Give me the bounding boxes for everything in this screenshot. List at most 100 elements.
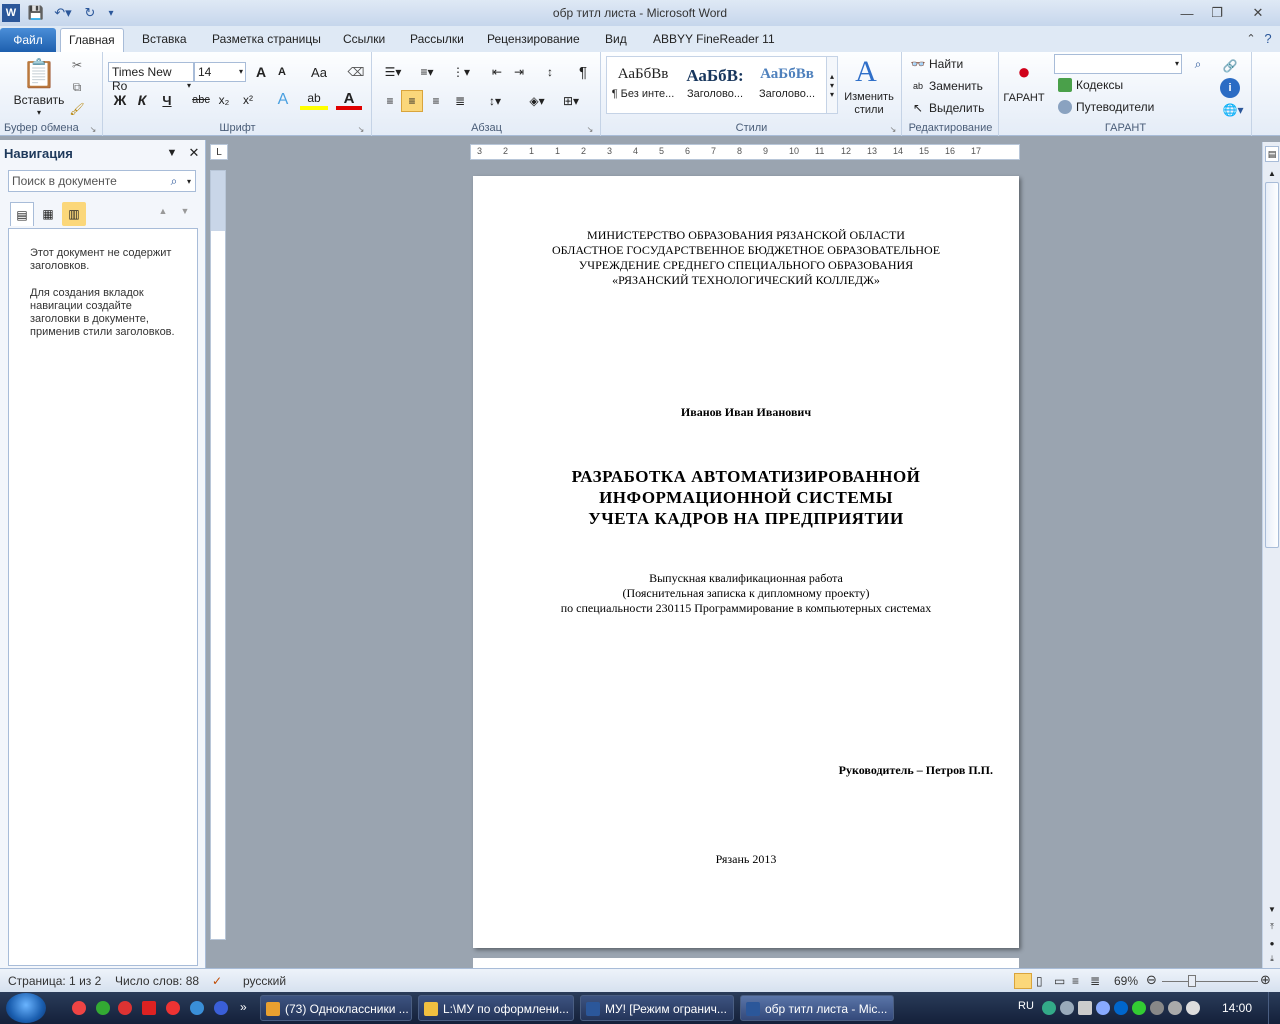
paste-dropdown-icon[interactable]: ▾ (34, 108, 44, 117)
minimize-button[interactable]: — (1174, 4, 1200, 22)
styles-launcher-icon[interactable]: ↘ (888, 124, 898, 134)
text-effects-icon[interactable]: A (270, 90, 296, 110)
format-painter-icon[interactable]: 🖌 (68, 100, 86, 118)
borders-icon[interactable]: ⊞▾ (557, 90, 585, 112)
style-heading-1[interactable]: АаБбВ: Заголово... (680, 60, 750, 114)
align-right-icon[interactable]: ≡ (425, 90, 447, 112)
styles-scroll-icon[interactable]: ▴ ▾ ▾ (826, 56, 838, 114)
network-icon[interactable] (1168, 1001, 1182, 1015)
change-styles-button[interactable]: Изменить стили (838, 90, 900, 118)
multilevel-list-icon[interactable]: ⋮▾ (447, 62, 475, 82)
clock[interactable]: 14:00 (1222, 1001, 1252, 1015)
opera-icon[interactable] (118, 1001, 132, 1015)
tray-icon-7[interactable] (1150, 1001, 1164, 1015)
replace-button[interactable]: Заменить (929, 78, 993, 94)
zoom-slider-track[interactable] (1162, 981, 1258, 982)
clear-formatting-icon[interactable]: ⌫ (346, 62, 366, 82)
guides-button[interactable]: Путеводители (1076, 99, 1186, 115)
zoom-level[interactable]: 69% (1114, 974, 1138, 988)
tab-references[interactable]: Ссылки (335, 31, 393, 52)
chrome-icon[interactable] (72, 1001, 86, 1015)
web-layout-icon[interactable]: ▭ (1054, 974, 1065, 988)
horizontal-ruler[interactable]: 3 2 1 1 2 3 4 5 6 7 8 9 10 11 12 13 14 15 16 17 (470, 144, 1020, 160)
previous-page-icon[interactable]: ⤒ (1265, 920, 1279, 934)
italic-button[interactable]: К (132, 90, 152, 110)
garant-search-combo[interactable]: ▾ (1054, 54, 1182, 74)
strikethrough-button[interactable]: abc (190, 90, 212, 110)
change-styles-icon[interactable]: A (846, 55, 886, 88)
zoom-out-icon[interactable]: ⊖ (1146, 972, 1157, 988)
find-button[interactable]: Найти (929, 56, 989, 72)
tab-file[interactable]: Файл (0, 28, 56, 52)
show-desktop-button[interactable] (1268, 992, 1280, 1024)
font-color-icon[interactable]: A (336, 90, 362, 110)
task-explorer[interactable]: L:\МУ по оформлени... (418, 995, 574, 1021)
view-ruler-icon[interactable]: ▤ (1265, 146, 1279, 162)
grow-font-button[interactable]: A (252, 62, 270, 82)
globe-icon[interactable]: 🌐▾ (1220, 100, 1246, 120)
select-button[interactable]: Выделить (929, 100, 993, 116)
line-spacing-icon[interactable]: ↕▾ (481, 90, 509, 112)
link-icon[interactable]: 🔗 (1220, 56, 1240, 76)
superscript-button[interactable]: x² (238, 90, 258, 110)
headings-tab-icon[interactable]: ▤ (10, 202, 34, 226)
font-size-combo[interactable]: 14 ▾ (194, 62, 246, 82)
scroll-down-icon[interactable]: ▼ (1265, 902, 1279, 916)
tray-icon-4[interactable] (1096, 1001, 1110, 1015)
outline-icon[interactable]: ≡ (1072, 974, 1079, 988)
next-heading-icon[interactable]: ▼ (178, 204, 192, 218)
draft-icon[interactable]: ≣ (1090, 974, 1100, 988)
align-center-icon[interactable]: ≡ (401, 90, 423, 112)
tab-review[interactable]: Рецензирование (479, 31, 588, 52)
pages-tab-icon[interactable]: ▦ (36, 202, 60, 226)
restore-button[interactable]: ❐ (1204, 4, 1230, 22)
paste-button[interactable]: Вставить (6, 92, 72, 108)
decrease-indent-icon[interactable]: ⇤ (487, 62, 507, 82)
page-counter[interactable]: Страница: 1 из 2 (8, 974, 101, 988)
browse-object-icon[interactable]: ● (1265, 936, 1279, 950)
word-count[interactable]: Число слов: 88 (115, 974, 199, 988)
document-page[interactable]: МИНИСТЕРСТВО ОБРАЗОВАНИЯ РЯЗАНСКОЙ ОБЛАС… (473, 176, 1019, 948)
app-icon[interactable] (142, 1001, 156, 1015)
language-indicator[interactable]: русский (243, 974, 286, 988)
tray-icon-6[interactable] (1132, 1001, 1146, 1015)
shrink-font-button[interactable]: A (274, 62, 290, 82)
tab-selector-icon[interactable]: L (210, 144, 228, 160)
scroll-thumb[interactable] (1265, 182, 1279, 548)
tray-icon-2[interactable] (1060, 1001, 1074, 1015)
input-language[interactable]: RU (1018, 1000, 1034, 1012)
bold-button[interactable]: Ж (110, 90, 130, 110)
sort-icon[interactable]: ↕ (539, 62, 561, 82)
search-icon[interactable]: ⌕ (166, 172, 182, 190)
proofing-icon[interactable]: ✓ (212, 974, 222, 988)
full-screen-icon[interactable]: ▯ (1036, 974, 1043, 988)
more-icon[interactable]: » (240, 1000, 247, 1014)
show-formatting-button[interactable]: ¶ (573, 62, 593, 82)
underline-button[interactable]: Ч (156, 90, 178, 110)
increase-indent-icon[interactable]: ⇥ (509, 62, 529, 82)
numbering-icon[interactable]: ≡▾ (413, 62, 441, 82)
tray-icon-1[interactable] (1042, 1001, 1056, 1015)
tray-icon-5[interactable] (1114, 1001, 1128, 1015)
start-button[interactable] (6, 993, 46, 1023)
close-pane-icon[interactable]: ✕ (186, 145, 202, 160)
close-button[interactable]: ✕ (1238, 4, 1278, 22)
paragraph-launcher-icon[interactable]: ↘ (585, 124, 595, 134)
pane-options-icon[interactable]: ▼ (164, 146, 180, 160)
task-word-restricted[interactable]: МУ! [Режим огранич... (580, 995, 734, 1021)
scroll-up-icon[interactable]: ▲ (1265, 166, 1279, 180)
align-left-icon[interactable]: ≡ (379, 90, 401, 112)
info-icon[interactable]: i (1220, 78, 1240, 98)
highlight-icon[interactable]: ab (300, 90, 328, 110)
paste-icon[interactable]: 📋 (18, 56, 60, 90)
style-no-spacing[interactable]: АаБбВв ¶ Без инте... (608, 60, 678, 114)
volume-icon[interactable] (1186, 1001, 1200, 1015)
copy-icon[interactable]: ⧉ (68, 78, 86, 96)
tab-abbyy[interactable]: ABBYY FineReader 11 (645, 31, 783, 52)
garant-button[interactable]: ГАРАНТ (1002, 90, 1046, 106)
zoom-slider-thumb[interactable] (1188, 975, 1196, 987)
bullets-icon[interactable]: ☰▾ (379, 62, 407, 82)
zoom-in-icon[interactable]: ⊕ (1260, 972, 1271, 988)
cut-icon[interactable]: ✂ (68, 56, 86, 74)
tab-insert[interactable]: Вставка (134, 31, 195, 52)
